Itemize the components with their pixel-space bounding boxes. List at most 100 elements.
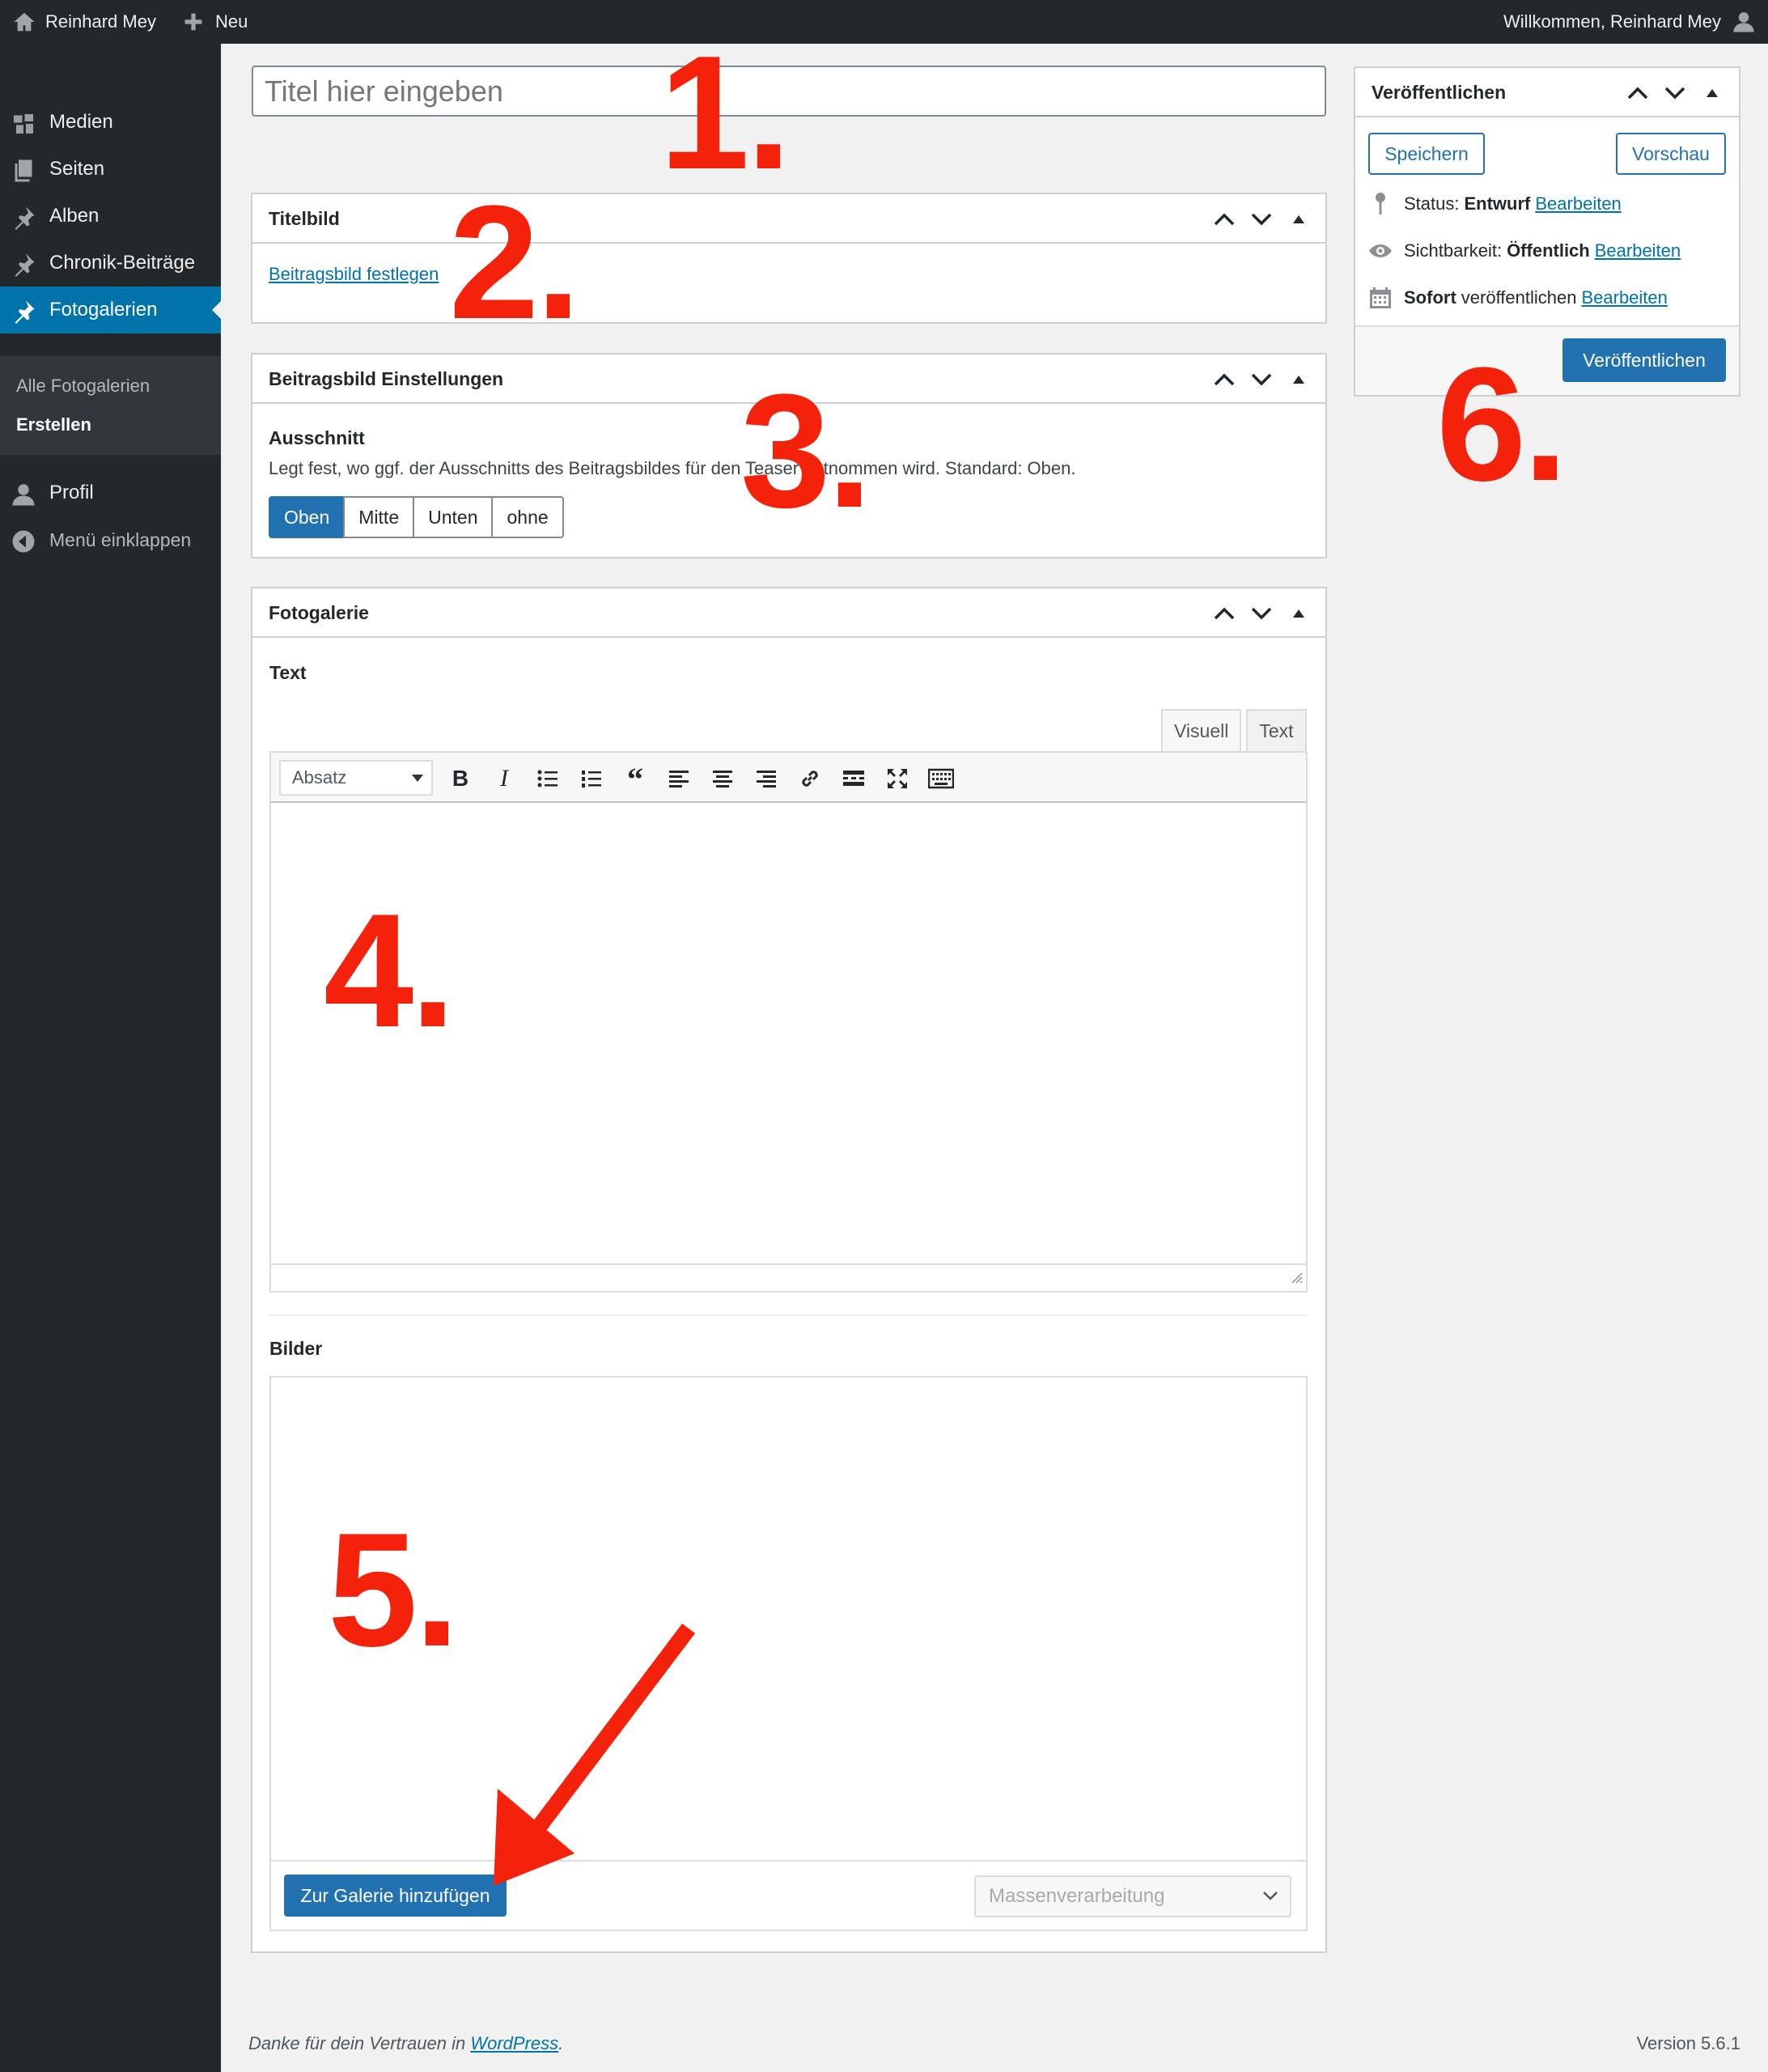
crop-button-group: Oben Mitte Unten ohne	[269, 496, 564, 538]
section-divider	[269, 1314, 1309, 1316]
bold-icon[interactable]: B	[446, 764, 475, 793]
collapse-toggle-icon[interactable]	[1287, 207, 1311, 231]
sidebar-item-medien[interactable]: Medien	[0, 99, 221, 146]
titelbild-heading: Titelbild	[269, 208, 340, 229]
numbered-list-icon[interactable]	[577, 764, 606, 793]
bullet-list-icon[interactable]	[533, 764, 562, 793]
sidebar-item-alben[interactable]: Alben	[0, 193, 221, 240]
edit-status-link[interactable]: Bearbeiten	[1535, 193, 1621, 214]
add-to-gallery-button[interactable]: Zur Galerie hinzufügen	[284, 1875, 507, 1917]
crop-option-mitte[interactable]: Mitte	[343, 496, 415, 538]
move-up-icon[interactable]	[1212, 207, 1236, 231]
collapse-toggle-icon[interactable]	[1287, 601, 1311, 626]
visibility-value: Öffentlich	[1507, 240, 1590, 261]
user-icon	[11, 482, 36, 507]
align-left-icon[interactable]	[664, 764, 693, 793]
collapse-menu-button[interactable]: Menü einklappen	[0, 516, 221, 563]
annotation-3: 3.	[740, 361, 872, 541]
blockquote-icon[interactable]: “	[621, 761, 650, 797]
align-right-icon[interactable]	[752, 764, 781, 793]
footer-version: Version 5.6.1	[1636, 2033, 1740, 2053]
dropdown-caret-icon	[412, 775, 423, 782]
format-select[interactable]: Absatz	[279, 760, 433, 796]
publish-header[interactable]: Veröffentlichen	[1355, 68, 1739, 117]
fotogalerien-submenu: Alle Fotogalerien Erstellen	[0, 356, 221, 455]
editor-toolbar: Absatz B I “	[269, 751, 1308, 803]
keyboard-icon[interactable]	[926, 764, 956, 793]
edit-schedule-link[interactable]: Bearbeiten	[1581, 287, 1667, 308]
collapse-toggle-icon[interactable]	[1700, 81, 1724, 105]
annotation-2: 2.	[449, 172, 581, 353]
pages-icon	[11, 159, 36, 183]
active-menu-arrow	[212, 301, 221, 319]
move-down-icon[interactable]	[1663, 81, 1687, 105]
fotogalerie-heading: Fotogalerie	[269, 602, 369, 623]
resize-handle-icon[interactable]	[1288, 1269, 1303, 1288]
new-content-link[interactable]: Neu	[183, 0, 248, 44]
pin-icon	[11, 253, 36, 277]
italic-icon[interactable]: I	[490, 764, 519, 793]
titelbild-box: Titelbild Beitragsbild festlegen	[251, 193, 1327, 324]
tab-visual[interactable]: Visuell	[1161, 709, 1242, 751]
status-label: Status:	[1404, 193, 1460, 214]
read-more-icon[interactable]	[839, 764, 868, 793]
move-up-icon[interactable]	[1212, 367, 1236, 392]
eye-icon	[1368, 239, 1393, 263]
new-label: Neu	[215, 11, 248, 32]
title-input[interactable]	[252, 66, 1326, 117]
wordpress-link[interactable]: WordPress	[470, 2033, 558, 2053]
submenu-alle-fotogalerien[interactable]: Alle Fotogalerien	[16, 376, 150, 397]
bulk-action-select[interactable]: Massenverarbeitung	[974, 1875, 1291, 1917]
align-center-icon[interactable]	[708, 764, 737, 793]
editor-statusbar	[271, 1263, 1306, 1291]
annotation-5: 5.	[328, 1500, 460, 1680]
crop-option-ohne[interactable]: ohne	[491, 496, 564, 538]
annotation-6: 6.	[1436, 334, 1568, 515]
sidebar-item-seiten[interactable]: Seiten	[0, 146, 221, 193]
pin-icon	[11, 299, 36, 324]
pin-icon	[1368, 192, 1393, 216]
site-name-label: Reinhard Mey	[45, 11, 156, 32]
move-down-icon[interactable]	[1249, 207, 1274, 231]
sidebar-item-fotogalerien[interactable]: Fotogalerien	[0, 287, 221, 333]
schedule-row: Sofort veröffentlichen Bearbeiten	[1368, 283, 1668, 312]
status-value: Entwurf	[1464, 193, 1531, 214]
settings-heading: Beitragsbild Einstellungen	[269, 368, 504, 389]
footer-period: .	[558, 2033, 564, 2053]
fotogalerie-header[interactable]: Fotogalerie	[252, 588, 1325, 638]
greeting-label: Willkommen, Reinhard Mey	[1503, 11, 1721, 32]
format-select-value: Absatz	[292, 767, 347, 788]
fullscreen-icon[interactable]	[883, 764, 912, 793]
status-row: Status: Entwurf Bearbeiten	[1368, 189, 1622, 219]
visibility-label: Sichtbarkeit:	[1404, 240, 1503, 261]
admin-sidebar: Medien Seiten Alben Chronik-Beiträge Fot…	[0, 44, 221, 2072]
submenu-erstellen[interactable]: Erstellen	[16, 414, 91, 435]
calendar-icon	[1368, 286, 1393, 310]
sidebar-item-chronik-beitraege[interactable]: Chronik-Beiträge	[0, 240, 221, 287]
publish-button[interactable]: Veröffentlichen	[1562, 338, 1726, 382]
tab-text[interactable]: Text	[1246, 709, 1307, 751]
account-menu[interactable]: Willkommen, Reinhard Mey	[1503, 0, 1755, 44]
home-icon	[13, 11, 36, 33]
annotation-4: 4.	[324, 881, 456, 1061]
titelbild-header[interactable]: Titelbild	[252, 194, 1325, 244]
collapse-icon	[11, 529, 36, 554]
save-draft-button[interactable]: Speichern	[1368, 133, 1485, 175]
move-up-icon[interactable]	[1212, 601, 1236, 626]
set-featured-image-link[interactable]: Beitragsbild festlegen	[269, 264, 439, 285]
collapse-toggle-icon[interactable]	[1287, 367, 1311, 392]
move-down-icon[interactable]	[1249, 601, 1274, 626]
edit-visibility-link[interactable]: Bearbeiten	[1595, 240, 1681, 261]
site-name-link[interactable]: Reinhard Mey	[13, 0, 156, 44]
sidebar-item-profil[interactable]: Profil	[0, 469, 221, 516]
move-up-icon[interactable]	[1626, 81, 1650, 105]
crop-option-unten[interactable]: Unten	[413, 496, 494, 538]
footer-thanks: Danke für dein Vertrauen in WordPress.	[248, 2033, 563, 2054]
user-icon	[1732, 11, 1755, 33]
link-icon[interactable]	[795, 764, 825, 793]
pin-icon	[11, 206, 36, 230]
move-down-icon[interactable]	[1249, 367, 1274, 392]
preview-button[interactable]: Vorschau	[1616, 133, 1726, 175]
crop-option-oben[interactable]: Oben	[269, 496, 346, 538]
schedule-value: Sofort	[1404, 287, 1456, 308]
